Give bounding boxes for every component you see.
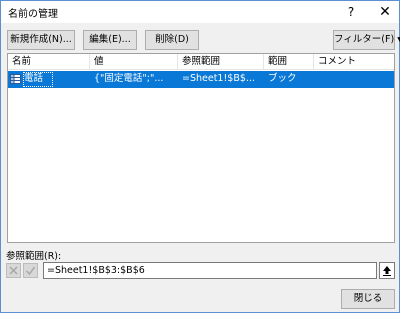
title-bar: 名前の管理 ? ✕: [1, 1, 399, 23]
new-button[interactable]: 新規作成(N)...: [7, 30, 75, 50]
column-header-comment[interactable]: コメント: [314, 54, 394, 70]
filter-label: フィルター(F): [334, 34, 395, 45]
edit-button[interactable]: 編集(E)...: [83, 30, 137, 50]
cancel-edit-button[interactable]: [6, 263, 21, 278]
filter-button[interactable]: フィルター(F) ▾: [333, 30, 400, 50]
named-range-icon: [10, 74, 21, 84]
cell-refers-to: =Sheet1!$B$...: [182, 73, 255, 84]
names-list[interactable]: 名前 値 参照範囲 範囲 コメント 電話 {"固定電話";"... =Sheet…: [7, 53, 395, 243]
column-header-name[interactable]: 名前: [8, 54, 90, 70]
help-button[interactable]: ?: [339, 3, 363, 21]
dialog-title: 名前の管理: [8, 9, 58, 20]
cell-name: 電話: [24, 73, 44, 84]
close-window-button[interactable]: ✕: [373, 3, 397, 21]
close-button[interactable]: 閉じる: [341, 289, 395, 309]
cancel-x-icon: [9, 266, 18, 275]
cell-scope: ブック: [268, 73, 297, 84]
list-header: 名前 値 参照範囲 範囲 コメント: [8, 54, 394, 70]
column-header-refers-to[interactable]: 参照範囲: [178, 54, 264, 70]
name-manager-dialog: 名前の管理 ? ✕ 新規作成(N)... 編集(E)... 削除(D) フィルタ…: [0, 0, 400, 313]
table-row[interactable]: 電話 {"固定電話";"... =Sheet1!$B$... ブック: [8, 71, 394, 88]
cell-value: {"固定電話";"...: [94, 73, 164, 84]
refers-to-input[interactable]: =Sheet1!$B$3:$B$6: [43, 262, 377, 279]
collapse-dialog-button[interactable]: [379, 262, 395, 279]
check-icon: [25, 266, 36, 276]
column-header-scope[interactable]: 範囲: [264, 54, 314, 70]
confirm-edit-button[interactable]: [23, 263, 38, 278]
refers-to-label: 参照範囲(R):: [6, 251, 62, 262]
collapse-arrow-icon: [383, 266, 391, 276]
delete-button[interactable]: 削除(D): [145, 30, 199, 50]
column-header-value[interactable]: 値: [90, 54, 178, 70]
